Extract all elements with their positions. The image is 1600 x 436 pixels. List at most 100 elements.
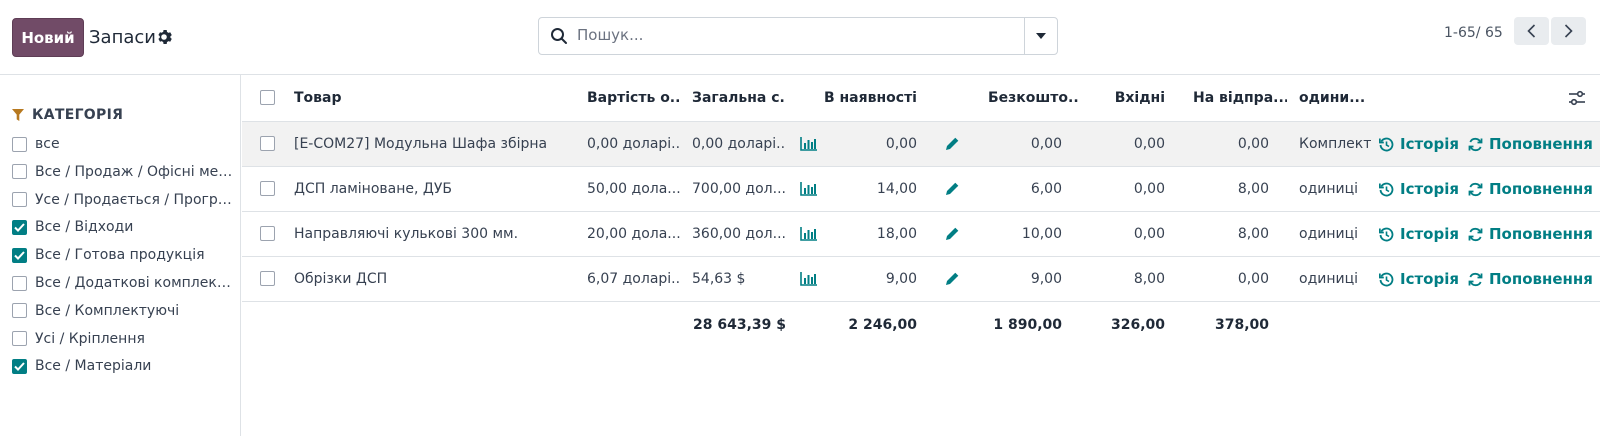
table-row[interactable]: Обрізки ДСП 6,07 доларі... 54,63 $ 9,00 9,00…: [242, 257, 1600, 302]
category-checkbox[interactable]: [12, 164, 27, 180]
total-value: 360,00 дол...: [692, 226, 786, 242]
history-icon: [1379, 182, 1394, 196]
replenish-button[interactable]: Поповнення: [1468, 257, 1600, 301]
category-checkbox[interactable]: [12, 192, 27, 208]
product-name[interactable]: ДСП ламіноване, ДУБ: [294, 167, 569, 211]
column-header-outgoing[interactable]: На відпра...: [1193, 75, 1287, 121]
column-header-uom[interactable]: одини...: [1299, 75, 1369, 121]
unit-of-measure: Комплект: [1299, 136, 1372, 152]
category-filter-item[interactable]: Все / Матеріали: [12, 355, 238, 377]
outgoing-qty: 0,00: [1237, 271, 1269, 287]
pencil-icon: [946, 182, 959, 195]
category-checkbox[interactable]: [12, 303, 27, 319]
bar-chart-icon: [800, 182, 817, 196]
incoming-sum: 326,00: [1110, 317, 1165, 333]
edit-quantity-button[interactable]: [945, 257, 961, 301]
replenish-button[interactable]: Поповнення: [1468, 167, 1600, 211]
free-qty: 6,00: [1030, 181, 1062, 197]
forecast-report-button[interactable]: [800, 167, 820, 211]
total-value: 54,63 $: [692, 271, 746, 287]
column-header-on-hand[interactable]: В наявності: [817, 75, 917, 121]
gear-icon[interactable]: [157, 29, 173, 45]
table-row[interactable]: [E-COM27] Модульна Шафа збірна 0,00 долар…: [242, 122, 1600, 167]
history-button[interactable]: Історія: [1379, 122, 1459, 166]
category-checkbox[interactable]: [12, 331, 27, 347]
row-checkbox[interactable]: [260, 271, 275, 286]
column-header-total-value[interactable]: Загальна с...: [692, 75, 786, 121]
search-bar[interactable]: Пошук...: [538, 17, 1058, 55]
table-row[interactable]: Направляючі кулькові 300 мм. 20,00 дола..…: [242, 212, 1600, 257]
history-label: Історія: [1400, 180, 1459, 198]
history-icon: [1379, 227, 1394, 241]
bar-chart-icon: [800, 137, 817, 151]
forecast-report-button[interactable]: [800, 257, 820, 301]
category-label: Все / Комплектуючі: [35, 302, 180, 319]
new-button[interactable]: Новий: [12, 18, 84, 57]
row-checkbox[interactable]: [260, 136, 275, 151]
pager-value[interactable]: 1-65/ 65: [1444, 25, 1503, 41]
category-checkbox[interactable]: [12, 358, 27, 374]
incoming-qty: 8,00: [1133, 271, 1165, 287]
category-checkbox[interactable]: [12, 275, 27, 291]
history-button[interactable]: Історія: [1379, 167, 1459, 211]
page-title: Запаси: [89, 27, 156, 48]
select-all-checkbox[interactable]: [260, 90, 275, 105]
unit-value: 50,00 дола...: [587, 181, 681, 197]
edit-quantity-button[interactable]: [945, 122, 961, 166]
search-options-toggle[interactable]: [1024, 18, 1057, 54]
pencil-icon: [946, 137, 959, 150]
bar-chart-icon: [800, 272, 817, 286]
search-input[interactable]: Пошук...: [577, 26, 643, 44]
edit-quantity-button[interactable]: [945, 167, 961, 211]
forecast-report-button[interactable]: [800, 122, 820, 166]
category-filter-item[interactable]: Все / Комплектуючі: [12, 300, 238, 322]
replenish-label: Поповнення: [1489, 135, 1593, 153]
row-checkbox[interactable]: [260, 226, 275, 241]
product-name[interactable]: [E-COM27] Модульна Шафа збірна: [294, 122, 569, 166]
table-row[interactable]: ДСП ламіноване, ДУБ 50,00 дола... 700,00 д…: [242, 167, 1600, 212]
checkmark-icon: [14, 251, 25, 260]
filter-icon: [12, 109, 24, 121]
forecast-report-button[interactable]: [800, 212, 820, 256]
category-checkbox[interactable]: [12, 247, 27, 263]
column-header-incoming[interactable]: Вхідні: [1102, 75, 1165, 121]
total-value: 0,00 доларі...: [692, 136, 786, 152]
category-filter-item[interactable]: Усі / Кріплення: [12, 328, 238, 350]
free-qty: 10,00: [1021, 226, 1062, 242]
edit-quantity-button[interactable]: [945, 212, 961, 256]
category-label: Усі / Кріплення: [35, 330, 145, 347]
category-filter-item[interactable]: Все / Відходи: [12, 216, 238, 238]
history-button[interactable]: Історія: [1379, 257, 1459, 301]
category-filter-item[interactable]: Все / Продаж / Офісні меблі: [12, 161, 238, 183]
category-label: Все / Відходи: [35, 219, 134, 236]
column-settings-button[interactable]: [1568, 75, 1588, 121]
on-hand-qty: 14,00: [876, 181, 917, 197]
category-filter-item[interactable]: все: [12, 133, 238, 155]
refresh-icon: [1468, 272, 1483, 286]
column-header-product[interactable]: Товар: [294, 75, 564, 121]
category-label: все: [35, 136, 60, 152]
category-filter-item[interactable]: Все / Додаткові комплектуючі: [12, 272, 238, 294]
product-name[interactable]: Направляючі кулькові 300 мм.: [294, 212, 569, 256]
chevron-left-icon: [1527, 24, 1536, 38]
totals-row: 28 643,39 $ 2 246,00 1 890,00 326,00 378…: [242, 303, 1600, 347]
category-filter-item[interactable]: Все / Готова продукція: [12, 244, 238, 266]
column-header-unit-value[interactable]: Вартість о...: [587, 75, 681, 121]
replenish-button[interactable]: Поповнення: [1468, 122, 1600, 166]
control-panel: Новий Запаси Пошук... 1-65/ 65: [0, 0, 1600, 75]
pager-next-button[interactable]: [1551, 17, 1586, 45]
product-name[interactable]: Обрізки ДСП: [294, 257, 569, 301]
on-hand-sum: 2 246,00: [848, 317, 917, 333]
category-checkbox[interactable]: [12, 219, 27, 235]
pencil-icon: [946, 227, 959, 240]
category-filter-item[interactable]: Усе / Продається / Програмне забезпеченн…: [12, 189, 238, 211]
category-checkbox[interactable]: [12, 136, 27, 152]
total-value: 700,00 дол...: [692, 181, 786, 197]
column-header-free-qty[interactable]: Безкошто...: [988, 75, 1078, 121]
bar-chart-icon: [800, 227, 817, 241]
pager-previous-button[interactable]: [1514, 17, 1549, 45]
category-label: Все / Матеріали: [35, 358, 152, 375]
replenish-button[interactable]: Поповнення: [1468, 212, 1600, 256]
row-checkbox[interactable]: [260, 181, 275, 196]
history-button[interactable]: Історія: [1379, 212, 1459, 256]
